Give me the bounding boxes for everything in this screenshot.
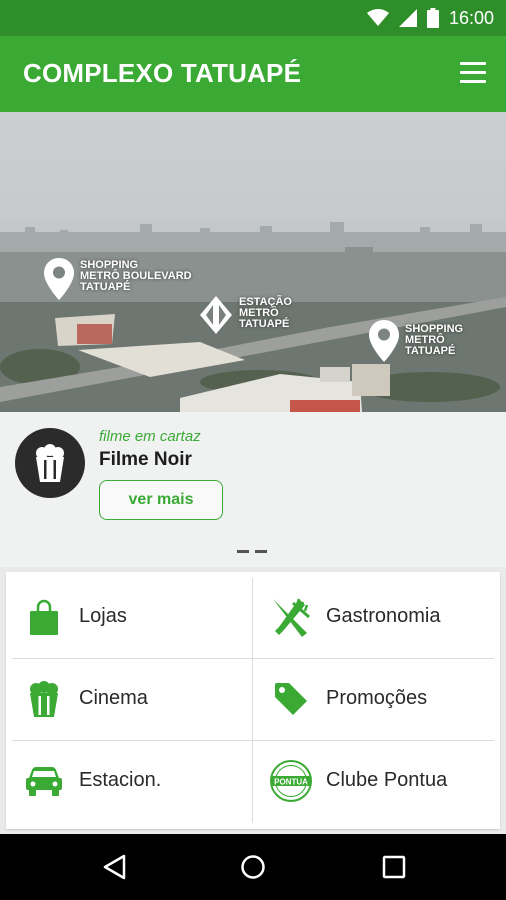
menu-grid-area: Lojas Gastronomia Cinema Promoções Estac… (0, 567, 506, 834)
menu-item-label: Cinema (79, 687, 148, 709)
menu-grid: Lojas Gastronomia Cinema Promoções Estac… (6, 572, 500, 829)
hero-banner[interactable]: SHOPPING METRÔ BOULEVARD TATUAPÉ ESTAÇÃO… (0, 112, 506, 567)
recents-icon (382, 855, 406, 879)
hero-pin-shopping-boulevard[interactable]: SHOPPING METRÔ BOULEVARD TATUAPÉ (44, 258, 192, 300)
tag-icon (275, 682, 307, 715)
pager-dot[interactable] (255, 550, 267, 553)
popcorn-icon (30, 680, 58, 717)
ver-mais-button[interactable]: ver mais (99, 480, 223, 520)
popcorn-icon (36, 444, 64, 482)
home-icon (241, 855, 265, 879)
pontua-badge-icon: PONTUA (270, 759, 312, 802)
menu-item-label: Estacion. (79, 769, 162, 791)
carousel-pager[interactable] (237, 550, 267, 553)
status-icons: 16:00 (366, 0, 494, 36)
battery-icon (426, 8, 439, 28)
status-bar: 16:00 (0, 0, 506, 36)
menu-item-lojas[interactable]: Lojas (6, 576, 247, 657)
movie-title: Filme Noir (99, 449, 192, 470)
app-title: COMPLEXO TATUAPÉ (23, 58, 302, 88)
movie-panel: filme em cartaz Filme Noir ver mais (0, 412, 506, 567)
recents-button[interactable] (374, 848, 414, 886)
pontua-badge-text: PONTUA (274, 777, 308, 786)
pager-dot[interactable] (237, 550, 249, 553)
fork-knife-icon (273, 598, 310, 637)
back-button[interactable] (94, 848, 134, 886)
back-icon (103, 854, 126, 880)
car-icon (26, 766, 62, 796)
hero-pin-estacao-metro[interactable]: ESTAÇÃO METRÔ TATUAPÉ (199, 295, 292, 335)
hamburger-menu-icon[interactable] (460, 62, 486, 84)
hero-pin-shopping-metro[interactable]: SHOPPING METRÔ TATUAPÉ (369, 320, 463, 362)
metro-logo-icon (200, 296, 232, 334)
menu-item-clube-pontua[interactable]: PONTUA Clube Pontua (253, 740, 494, 821)
signal-icon (398, 9, 417, 27)
map-pin-icon (369, 320, 399, 362)
home-button[interactable] (233, 848, 273, 886)
menu-item-label: Gastronomia (326, 605, 441, 627)
menu-item-cinema[interactable]: Cinema (6, 658, 247, 739)
pin-label: SHOPPING METRÔ TATUAPÉ (405, 323, 464, 357)
menu-item-label: Clube Pontua (326, 769, 448, 791)
menu-item-gastronomia[interactable]: Gastronomia (253, 576, 494, 657)
menu-item-label: Promoções (326, 687, 428, 709)
menu-item-label: Lojas (79, 605, 127, 627)
map-pin-icon (44, 258, 74, 300)
shopping-bag-icon (30, 599, 58, 635)
pin-label: ESTAÇÃO METRÔ TATUAPÉ (239, 296, 292, 330)
wifi-icon (366, 9, 389, 26)
menu-item-estacionamento[interactable]: Estacion. (6, 740, 247, 821)
menu-item-promocoes[interactable]: Promoções (253, 658, 494, 739)
system-nav-bar (0, 834, 506, 900)
status-time: 16:00 (448, 7, 494, 28)
pin-label: SHOPPING METRÔ BOULEVARD TATUAPÉ (80, 259, 192, 293)
movie-kicker: filme em cartaz (99, 428, 201, 445)
app-bar: COMPLEXO TATUAPÉ (0, 36, 506, 112)
popcorn-icon-badge (15, 428, 85, 498)
